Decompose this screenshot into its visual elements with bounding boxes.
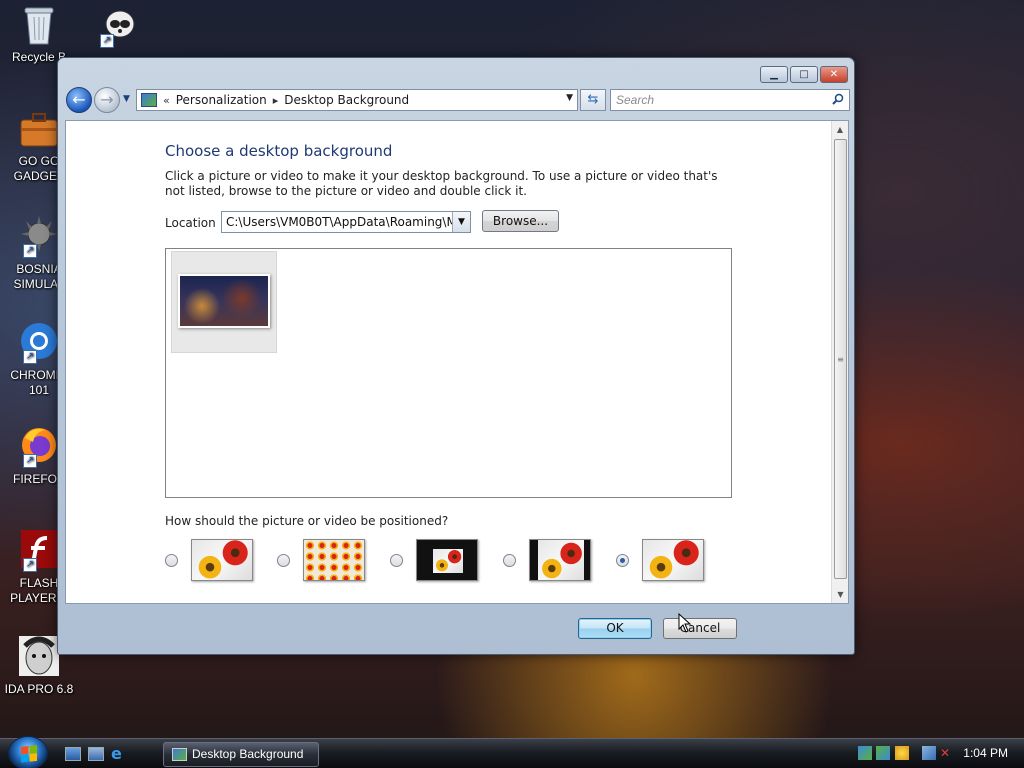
position-fit-preview[interactable]	[529, 539, 591, 581]
tray-sidebar-icon[interactable]	[876, 746, 890, 760]
center-image	[433, 549, 463, 573]
search-placeholder: Search	[616, 93, 655, 107]
maximize-icon: □	[799, 69, 809, 80]
raccoon-icon: ↗	[94, 4, 138, 48]
recycle-bin-icon	[17, 2, 61, 46]
shortcut-arrow-icon: ↗	[23, 244, 37, 258]
position-label: How should the picture or video be posit…	[165, 514, 449, 528]
forward-arrow-icon: →	[100, 90, 114, 109]
position-radio[interactable]	[503, 554, 516, 567]
breadcrumb-overflow[interactable]: «	[163, 94, 170, 107]
firefox-icon: ↗	[17, 424, 61, 468]
refresh-icon: ⇆	[587, 92, 599, 107]
scroll-up-icon[interactable]: ▲	[832, 121, 848, 138]
taskbar-item-desktop-background[interactable]: Desktop Background	[163, 742, 319, 767]
shortcut-arrow-icon: ↗	[23, 350, 37, 364]
control-panel-icon	[172, 748, 187, 761]
control-panel-icon	[141, 93, 157, 107]
recent-pages-dropdown[interactable]: ▼	[123, 94, 130, 104]
back-button[interactable]: ←	[66, 87, 92, 113]
location-value: C:\Users\VM0B0T\AppData\Roaming\Micr	[226, 215, 471, 229]
position-center-preview[interactable]	[416, 539, 478, 581]
maximize-button[interactable]: □	[790, 66, 818, 83]
content-pane: Choose a desktop background Click a pict…	[65, 120, 849, 604]
tray-volume-muted-icon[interactable]: ✕	[940, 746, 954, 760]
fit-image	[538, 540, 584, 580]
position-fill-preview[interactable]	[191, 539, 253, 581]
mouse-cursor-icon	[678, 613, 692, 633]
breadcrumb-separator-icon[interactable]: ▸	[273, 94, 279, 107]
search-input[interactable]: Search	[610, 89, 850, 111]
chevron-down-icon[interactable]: ▼	[452, 212, 470, 232]
search-icon[interactable]	[832, 93, 844, 105]
page-title: Choose a desktop background	[165, 142, 393, 160]
desktop-icon-label: IDA PRO 6.8	[4, 682, 74, 696]
refresh-button[interactable]: ⇆	[580, 89, 606, 111]
picture-thumbnail[interactable]	[171, 251, 277, 353]
desktop-icon-recycle-bin[interactable]: Recycle B	[4, 2, 74, 65]
scroll-down-icon[interactable]: ▼	[832, 586, 849, 603]
switch-windows-icon[interactable]	[88, 747, 104, 761]
position-radio[interactable]	[165, 554, 178, 567]
briefcase-icon	[17, 106, 61, 150]
picture-gallery[interactable]	[165, 248, 732, 498]
position-radio[interactable]	[390, 554, 403, 567]
address-bar[interactable]: « Personalization ▸ Desktop Background ▼	[136, 89, 578, 111]
position-radio[interactable]	[277, 554, 290, 567]
position-options	[165, 537, 725, 582]
close-icon: ✕	[829, 69, 839, 80]
flash-icon: ↗	[17, 528, 61, 572]
minimize-button[interactable]: ▁	[760, 66, 788, 83]
breadcrumb-personalization[interactable]: Personalization	[176, 93, 267, 107]
ida-pro-icon	[17, 634, 61, 678]
ok-button[interactable]: OK	[578, 618, 652, 639]
windows-logo-icon	[21, 745, 37, 763]
desktop-background-window: ▁ □ ✕ ← → ▼ « Personalization ▸ Desktop …	[57, 57, 855, 655]
wallpaper-thumbnail-image	[178, 274, 270, 328]
position-stretch-preview[interactable]	[642, 539, 704, 581]
page-description: Click a picture or video to make it your…	[165, 169, 718, 198]
browse-button[interactable]: Browse...	[482, 210, 559, 232]
back-arrow-icon: ←	[72, 90, 86, 109]
caption-buttons: ▁ □ ✕	[760, 66, 848, 83]
shortcut-arrow-icon: ↗	[23, 454, 37, 468]
position-tile-preview[interactable]	[303, 539, 365, 581]
position-radio-selected[interactable]	[616, 554, 629, 567]
taskbar: e Desktop Background ✕ 1:04 PM	[0, 736, 1024, 768]
close-button[interactable]: ✕	[820, 66, 848, 83]
taskbar-clock[interactable]: 1:04 PM	[963, 746, 1008, 760]
start-button[interactable]	[8, 736, 48, 768]
tray-network-icon[interactable]	[858, 746, 872, 760]
address-dropdown-icon[interactable]: ▼	[566, 93, 573, 103]
spiked-ball-icon: ↗	[17, 214, 61, 258]
forward-button[interactable]: →	[94, 87, 120, 113]
cancel-button[interactable]: Cancel	[663, 618, 737, 639]
scrollbar-thumb[interactable]: ≡	[834, 139, 847, 579]
desktop-icon-raccoon[interactable]: ↗	[88, 4, 144, 52]
shortcut-arrow-icon: ↗	[23, 558, 37, 572]
tray-security-icon[interactable]	[895, 746, 909, 760]
show-desktop-icon[interactable]	[65, 747, 81, 761]
taskbar-item-label: Desktop Background	[192, 747, 304, 761]
breadcrumb-desktop-background[interactable]: Desktop Background	[284, 93, 409, 107]
location-dropdown[interactable]: C:\Users\VM0B0T\AppData\Roaming\Micr ▼	[221, 211, 471, 233]
vertical-scrollbar[interactable]: ▲ ≡ ▼	[831, 121, 848, 603]
internet-explorer-icon[interactable]: e	[111, 746, 127, 762]
location-label: Location	[165, 216, 216, 230]
tray-network-status-icon[interactable]	[922, 746, 936, 760]
shortcut-arrow-icon: ↗	[100, 34, 114, 48]
minimize-icon: ▁	[770, 69, 778, 80]
navigation-bar: ← → ▼ « Personalization ▸ Desktop Backgr…	[64, 86, 850, 114]
chromium-icon: ↗	[17, 320, 61, 364]
